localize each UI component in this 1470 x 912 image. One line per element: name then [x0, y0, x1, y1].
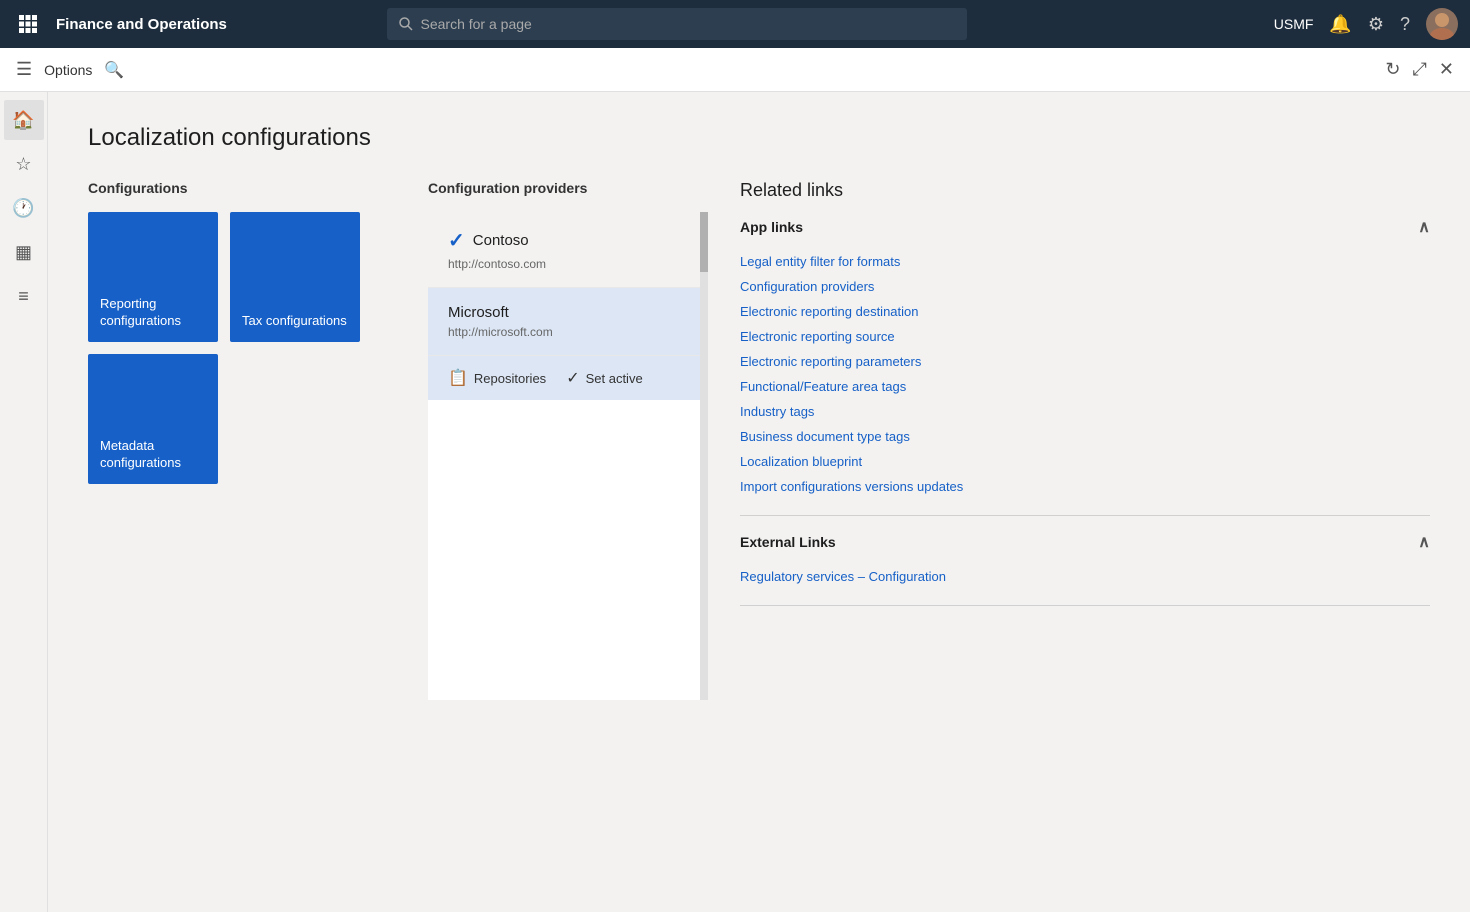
link-config-providers[interactable]: Configuration providers: [740, 274, 1430, 299]
link-er-destination[interactable]: Electronic reporting destination: [740, 299, 1430, 324]
link-er-source[interactable]: Electronic reporting source: [740, 324, 1430, 349]
providers-wrapper: ✓ Contoso http://contoso.com Microsoft h…: [428, 212, 708, 700]
search-input[interactable]: [421, 16, 955, 32]
provider-microsoft-name: Microsoft: [448, 304, 680, 321]
settings-icon[interactable]: ⚙: [1368, 14, 1384, 35]
contoso-url: http://contoso.com: [448, 257, 680, 271]
link-er-parameters[interactable]: Electronic reporting parameters: [740, 349, 1430, 374]
sidebar: 🏠 ☆ 🕐 ▦ ≡: [0, 92, 48, 912]
waffle-menu[interactable]: [12, 8, 44, 40]
app-links-list: Legal entity filter for formats Configur…: [740, 249, 1430, 499]
open-new-icon[interactable]: ⤢: [1413, 59, 1427, 80]
provider-microsoft[interactable]: Microsoft http://microsoft.com: [428, 288, 700, 356]
app-title: Finance and Operations: [56, 16, 227, 33]
tile-reporting[interactable]: Reporting configurations: [88, 212, 218, 342]
refresh-icon[interactable]: ↻: [1385, 59, 1400, 80]
search-bar[interactable]: [387, 8, 967, 40]
sidebar-modules[interactable]: ≡: [4, 276, 44, 316]
sidebar-home[interactable]: 🏠: [4, 100, 44, 140]
related-divider: [740, 515, 1430, 516]
company-label: USMF: [1274, 16, 1314, 32]
providers-section: Configuration providers ✓ Contoso http:/…: [428, 180, 708, 700]
providers-container: ✓ Contoso http://contoso.com Microsoft h…: [428, 212, 700, 700]
page-title: Localization configurations: [88, 124, 1430, 152]
scrollbar-thumb[interactable]: [700, 212, 708, 272]
toolbar-search-icon[interactable]: 🔍: [104, 60, 124, 80]
search-icon: [399, 17, 413, 31]
set-active-icon: ✓: [566, 368, 579, 388]
help-icon[interactable]: ?: [1400, 14, 1410, 35]
configurations-section: Configurations Reporting configurations …: [88, 180, 428, 484]
link-localization-blueprint[interactable]: Localization blueprint: [740, 449, 1430, 474]
providers-label: Configuration providers: [428, 180, 708, 196]
tile-metadata[interactable]: Metadata configurations: [88, 354, 218, 484]
external-links-chevron: ∧: [1418, 532, 1430, 552]
content-row: Configurations Reporting configurations …: [88, 180, 1430, 700]
related-links-section: Related links App links ∧ Legal entity f…: [740, 180, 1430, 622]
external-links-group: External Links ∧ Regulatory services – C…: [740, 532, 1430, 589]
set-active-btn[interactable]: ✓ Set active: [566, 368, 643, 388]
hamburger-icon[interactable]: ☰: [16, 59, 32, 80]
toolbar-right-icons: ↻ ⤢ ✕: [1385, 59, 1454, 80]
provider-contoso-name: ✓ Contoso: [448, 228, 680, 253]
scrollbar-track[interactable]: [700, 212, 708, 700]
sidebar-workspaces[interactable]: ▦: [4, 232, 44, 272]
external-links-header[interactable]: External Links ∧: [740, 532, 1430, 552]
sidebar-recent[interactable]: 🕐: [4, 188, 44, 228]
top-nav: Finance and Operations USMF 🔔 ⚙ ?: [0, 0, 1470, 48]
link-import-config-updates[interactable]: Import configurations versions updates: [740, 474, 1430, 499]
external-divider: [740, 605, 1430, 606]
link-industry-tags[interactable]: Industry tags: [740, 399, 1430, 424]
contoso-checkmark: ✓: [448, 228, 465, 253]
provider-actions-bar: 📋 Repositories ✓ Set active: [428, 356, 700, 400]
options-label: Options: [44, 62, 92, 78]
tile-tax[interactable]: Tax configurations: [230, 212, 360, 342]
nav-right: USMF 🔔 ⚙ ?: [1274, 8, 1458, 40]
provider-contoso[interactable]: ✓ Contoso http://contoso.com: [428, 212, 700, 288]
app-links-header[interactable]: App links ∧: [740, 217, 1430, 237]
notification-icon[interactable]: 🔔: [1329, 14, 1351, 35]
microsoft-url: http://microsoft.com: [448, 325, 680, 339]
repositories-btn[interactable]: 📋 Repositories: [448, 368, 546, 388]
repositories-icon: 📋: [448, 368, 468, 388]
app-links-chevron: ∧: [1418, 217, 1430, 237]
link-functional-feature-tags[interactable]: Functional/Feature area tags: [740, 374, 1430, 399]
provider-empty-area: [428, 400, 700, 700]
main-content: Localization configurations Configuratio…: [48, 92, 1470, 912]
configurations-label: Configurations: [88, 180, 428, 196]
link-regulatory-services[interactable]: Regulatory services – Configuration: [740, 564, 1430, 589]
sidebar-favorites[interactable]: ☆: [4, 144, 44, 184]
link-legal-entity[interactable]: Legal entity filter for formats: [740, 249, 1430, 274]
link-business-doc-tags[interactable]: Business document type tags: [740, 424, 1430, 449]
close-icon[interactable]: ✕: [1439, 59, 1454, 80]
avatar[interactable]: [1426, 8, 1458, 40]
related-links-title: Related links: [740, 180, 1430, 201]
secondary-toolbar: ☰ Options 🔍 ↻ ⤢ ✕: [0, 48, 1470, 92]
config-tiles: Reporting configurations Tax configurati…: [88, 212, 428, 484]
